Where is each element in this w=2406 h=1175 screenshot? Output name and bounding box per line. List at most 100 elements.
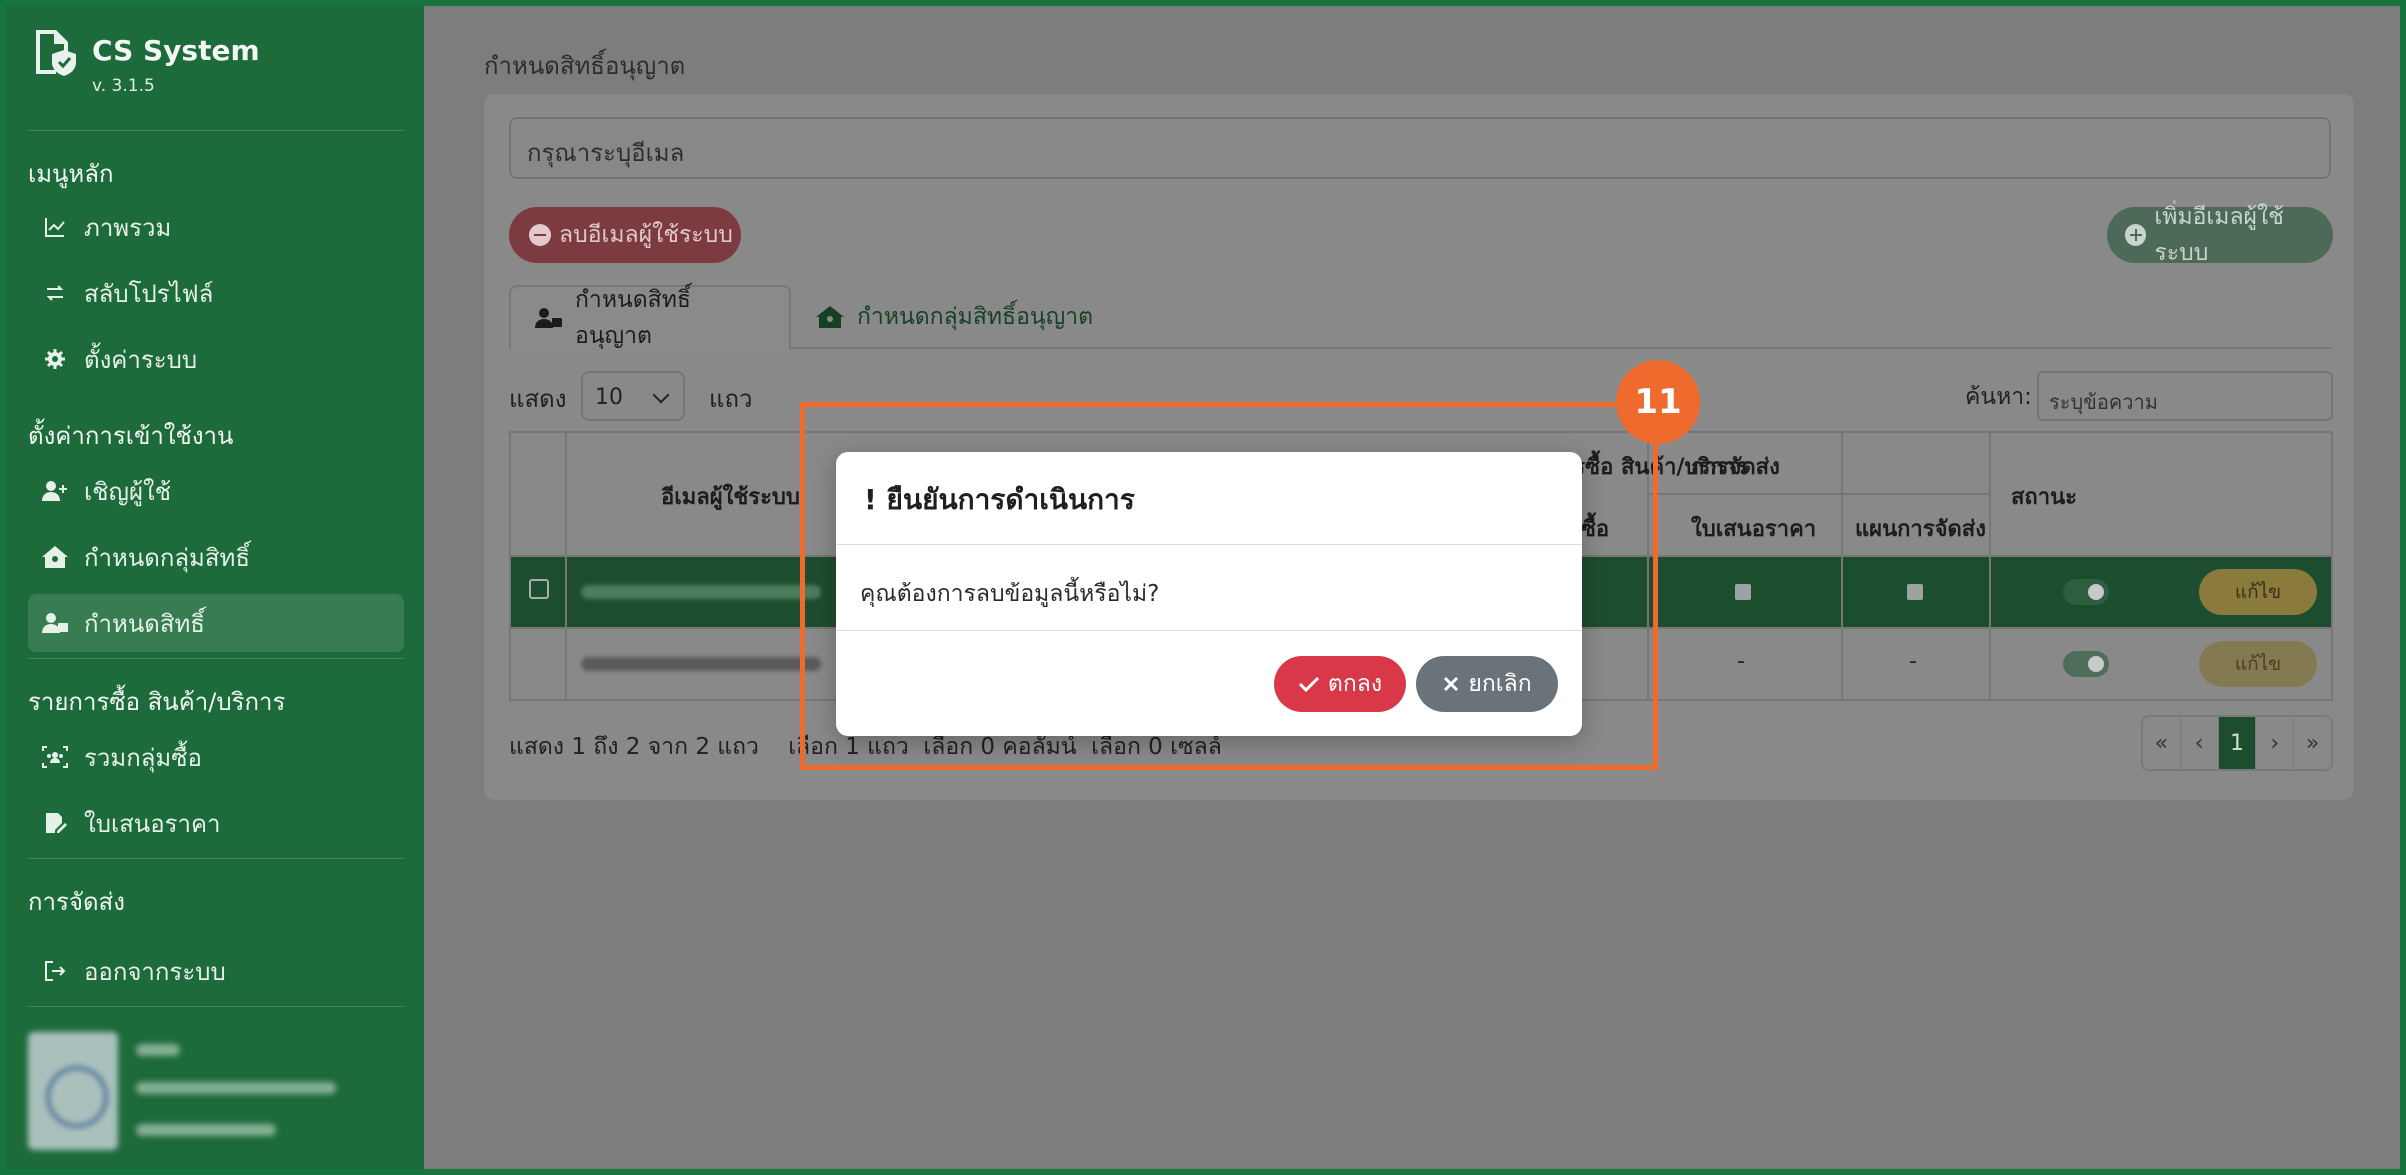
page-first-button[interactable]: « [2143, 717, 2181, 769]
status-toggle[interactable] [2063, 651, 2109, 677]
cell-dash: - [1909, 649, 1917, 674]
page-current-button[interactable]: 1 [2218, 717, 2257, 769]
cancel-label: ยกเลิก [1468, 671, 1532, 697]
dialog-title: ! ยืนยันการดำเนินการ [864, 478, 1135, 522]
sidebar-item-label: ใบเสนอราคา [84, 809, 221, 838]
chart-line-icon [40, 212, 70, 242]
search-label: ค้นหา: [1965, 384, 2032, 410]
sidebar-item-permission[interactable]: กำหนดสิทธิ์ [28, 594, 404, 652]
tab-label: กำหนดสิทธิ์อนุญาต [575, 287, 691, 349]
cancel-button[interactable]: ยกเลิก [1416, 656, 1558, 712]
user-plus-icon [40, 476, 70, 506]
user-profile[interactable] [28, 1026, 404, 1156]
length-label: แสดง [509, 385, 567, 413]
column-divider [565, 433, 567, 699]
switch-icon [40, 278, 70, 308]
gear-icon [40, 344, 70, 374]
sidebar-item-label: ออกจากระบบ [84, 957, 226, 986]
sidebar-item-label: กำหนดสิทธิ์ [84, 609, 205, 638]
dialog-divider [836, 630, 1582, 631]
page-last-button[interactable]: » [2294, 717, 2331, 769]
minus-circle-icon [529, 224, 551, 246]
confirm-label: ตกลง [1327, 671, 1383, 697]
edit-button[interactable]: แก้ไข [2199, 569, 2317, 615]
sidebar: CS System v. 3.1.5 เมนูหลัก ภาพรวม สลับโ… [6, 6, 424, 1169]
user-lock-icon [535, 306, 563, 330]
sidebar-item-label: รวมกลุ่มซื้อ [84, 743, 202, 772]
sidebar-item-label: สลับโปรไฟล์ [84, 279, 214, 308]
sidebar-divider [28, 1006, 404, 1007]
sidebar-divider [28, 130, 404, 131]
page-prev-button[interactable]: ‹ [2181, 717, 2219, 769]
brand[interactable]: CS System v. 3.1.5 [28, 26, 408, 104]
confirm-dialog: ! ยืนยันการดำเนินการ คุณต้องการลบข้อมูลน… [836, 452, 1582, 736]
tab-group-permission[interactable]: กำหนดกลุ่มสิทธิ์อนุญาต [791, 285, 1117, 349]
sidebar-divider [28, 658, 404, 659]
document-shield-icon [36, 30, 76, 76]
dialog-message: คุณต้องการลบข้อมูลนี้หรือไม่? [860, 581, 1160, 607]
sidebar-heading-shipping: การจัดส่ง [28, 888, 125, 916]
sidebar-item-overview[interactable]: ภาพรวม [28, 198, 404, 256]
delete-user-email-button[interactable]: ลบอีเมลผู้ใช้ระบบ [509, 207, 741, 263]
pagination: « ‹ 1 › » [2141, 715, 2333, 771]
edit-button[interactable]: แก้ไข [2199, 641, 2317, 687]
permission-checkbox[interactable] [1907, 584, 1923, 600]
house-users-icon [815, 305, 845, 329]
sidebar-item-label: กำหนดกลุ่มสิทธิ์ [84, 543, 250, 572]
length-unit: แถว [709, 385, 753, 413]
table-info-range: แสดง 1 ถึง 2 จาก 2 แถว [509, 734, 759, 760]
tabs: กำหนดสิทธิ์อนุญาต กำหนดกลุ่มสิทธิ์อนุญาต [509, 285, 2331, 349]
page-length-select[interactable]: 10 [581, 371, 685, 421]
sidebar-item-group-buy[interactable]: รวมกลุ่มซื้อ [28, 728, 404, 786]
tab-permission[interactable]: กำหนดสิทธิ์อนุญาต [509, 285, 791, 349]
search-input[interactable]: ระบุข้อความ [2037, 371, 2333, 421]
tab-label: กำหนดกลุ่มสิทธิ์อนุญาต [857, 304, 1094, 330]
group-icon [40, 742, 70, 772]
sidebar-item-switch-profile[interactable]: สลับโปรไฟล์ [28, 264, 404, 322]
step-badge: 11 [1616, 360, 1700, 444]
plus-circle-icon [2125, 224, 2147, 246]
sidebar-item-settings[interactable]: ตั้งค่าระบบ [28, 330, 404, 388]
add-user-email-button[interactable]: เพิ่มอีเมลผู้ใช้ระบบ [2107, 204, 2333, 266]
row-divider [1647, 493, 1989, 495]
sidebar-item-label: ภาพรวม [84, 213, 172, 242]
header-shipping: การจัดส่ง [1691, 455, 1780, 480]
avatar [28, 1032, 118, 1150]
sidebar-heading-purchase: รายการซื้อ สินค้า/บริการ [28, 688, 286, 716]
confirm-button[interactable]: ตกลง [1274, 656, 1406, 712]
document-edit-icon [40, 808, 70, 838]
column-divider [1841, 433, 1843, 699]
sidebar-item-quotation[interactable]: ใบเสนอราคา [28, 794, 404, 852]
user-lock-icon [40, 608, 70, 638]
sidebar-heading-access: ตั้งค่าการเข้าใช้งาน [28, 422, 234, 450]
app-title: CS System [92, 34, 260, 67]
sidebar-item-logout[interactable]: ออกจากระบบ [28, 942, 404, 1000]
app-version: v. 3.1.5 [92, 76, 155, 96]
app-frame: CS System v. 3.1.5 เมนูหลัก ภาพรวม สลับโ… [0, 0, 2406, 1175]
row-email-blurred [581, 585, 821, 599]
add-button-label: เพิ่มอีเมลผู้ใช้ระบบ [2154, 204, 2284, 266]
email-input[interactable]: กรุณาระบุอีเมล [509, 117, 2331, 179]
status-toggle[interactable] [2063, 579, 2109, 605]
row-email-blurred [581, 657, 821, 671]
sidebar-item-group-permission[interactable]: กำหนดกลุ่มสิทธิ์ [28, 528, 404, 586]
sidebar-item-label: เชิญผู้ใช้ [84, 477, 172, 506]
permission-checkbox[interactable] [1735, 584, 1751, 600]
subheader-shipping-plan: แผนการจัดส่ง [1855, 517, 1986, 542]
sidebar-item-invite-user[interactable]: เชิญผู้ใช้ [28, 462, 404, 520]
page-title: กำหนดสิทธิ์อนุญาต [484, 52, 686, 80]
user-email-blurred [136, 1082, 336, 1094]
user-meta-blurred [136, 1124, 276, 1136]
dialog-divider [836, 544, 1582, 545]
page-next-button[interactable]: › [2256, 717, 2295, 769]
warning-mark-icon: ! [864, 483, 877, 516]
cell-dash: - [1737, 649, 1745, 674]
column-divider [1989, 433, 1991, 699]
check-icon [1298, 675, 1320, 693]
close-icon [1442, 675, 1460, 693]
header-status[interactable]: สถานะ [2011, 479, 2077, 514]
row-checkbox[interactable] [529, 579, 549, 599]
sidebar-heading-main: เมนูหลัก [28, 160, 114, 188]
dialog-title-text: ยืนยันการดำเนินการ [886, 483, 1135, 516]
header-email[interactable]: อีเมลผู้ใช้ระบบ [661, 479, 800, 514]
